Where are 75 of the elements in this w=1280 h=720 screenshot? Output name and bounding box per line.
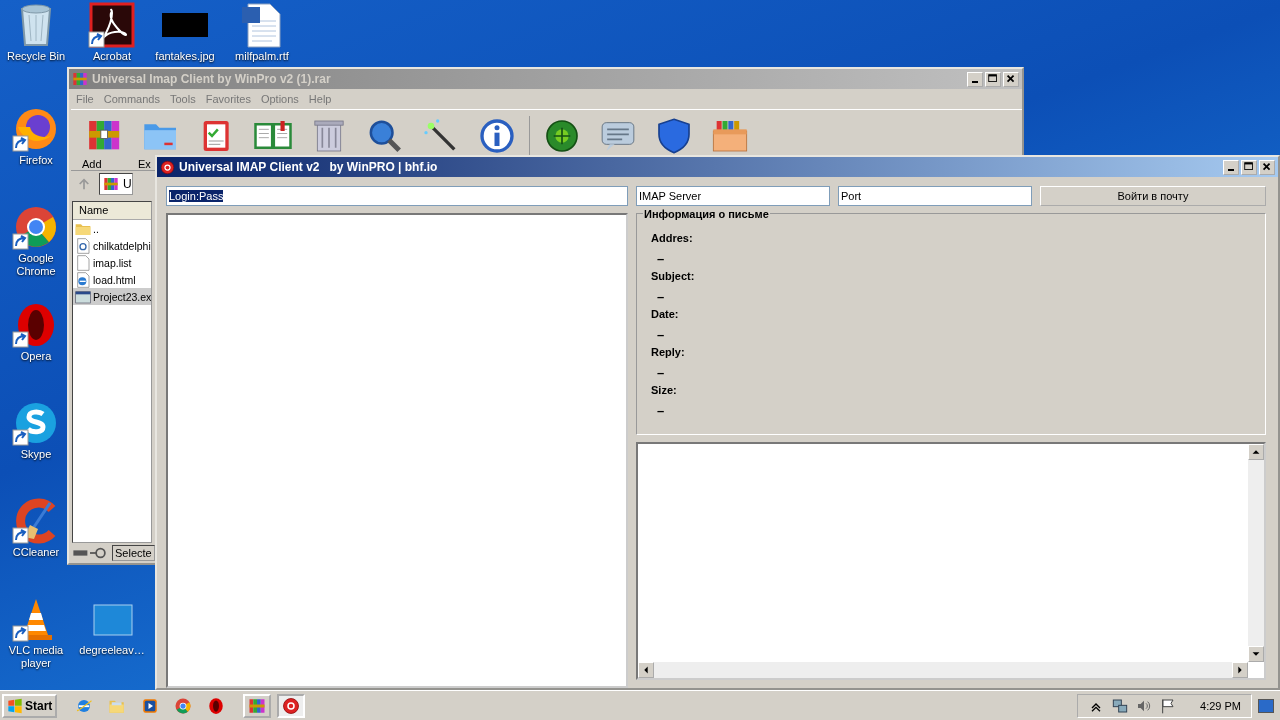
file-icon: [75, 254, 91, 271]
drive-key-icon: [72, 546, 108, 560]
archive-books-icon: [248, 696, 267, 715]
minimize-button[interactable]: [1223, 159, 1239, 175]
close-icon: [1261, 161, 1273, 173]
field-value: –: [656, 403, 665, 420]
icon-label[interactable]: VLC media player: [4, 644, 68, 670]
file-row[interactable]: load.html: [73, 271, 151, 288]
field-label: Subject:: [651, 270, 695, 284]
maximize-icon: [1243, 161, 1255, 173]
vertical-scrollbar[interactable]: [1248, 444, 1264, 662]
icon-label[interactable]: Firefox: [19, 154, 53, 167]
start-button[interactable]: Start: [2, 693, 58, 718]
target-icon: [160, 159, 175, 175]
icon-label[interactable]: milfpalm.rtf: [235, 50, 289, 63]
close-button[interactable]: [1003, 71, 1019, 87]
file-row[interactable]: chilkatdelphi: [73, 237, 151, 254]
close-icon: [1005, 73, 1017, 85]
status-text: Selecte: [112, 545, 155, 561]
field-label: Addres:: [651, 232, 693, 246]
web-page-icon: [75, 271, 91, 288]
group-title: Информация о письме: [643, 208, 770, 220]
icon-label[interactable]: Recycle Bin: [6, 50, 66, 63]
icon-label[interactable]: Acrobat: [93, 50, 131, 63]
file-row[interactable]: ..: [73, 220, 151, 237]
target-icon: [282, 696, 301, 715]
flag-icon[interactable]: [1160, 697, 1177, 714]
program-icon: [75, 288, 91, 305]
maximize-icon: [987, 73, 999, 85]
field-value: –: [656, 327, 665, 344]
icon-label[interactable]: degreeleav…: [79, 644, 145, 657]
windows-flag-icon: [7, 697, 23, 714]
media-player-icon[interactable]: [141, 696, 160, 715]
server-field[interactable]: IMAP Server: [636, 186, 830, 206]
taskbar-button[interactable]: [277, 693, 306, 718]
address-field[interactable]: U: [99, 173, 133, 195]
taskbar-button[interactable]: [243, 693, 272, 718]
field-label: Size:: [651, 384, 677, 398]
icon-label[interactable]: fantakes.jpg: [155, 50, 215, 63]
window-title: Universal IMAP Client v2 by WinPRO | bhf.io: [179, 160, 438, 174]
archive-books-icon: [72, 71, 88, 87]
close-button[interactable]: [1259, 159, 1275, 175]
minimize-icon: [972, 81, 978, 83]
login-button[interactable]: Войти в почту: [1040, 186, 1266, 206]
maximize-button[interactable]: [1241, 159, 1257, 175]
horizontal-scrollbar[interactable]: [638, 662, 1248, 678]
info-icon[interactable]: [477, 116, 517, 156]
icon-label[interactable]: Skype: [20, 448, 52, 461]
file-row[interactable]: Project23.ex: [73, 288, 151, 305]
acrobat-icon[interactable]: [88, 1, 136, 49]
login-field[interactable]: Login:Pass: [166, 186, 628, 206]
icon-label[interactable]: Google Chrome: [4, 252, 68, 278]
clock[interactable]: 4:29 PM: [1200, 699, 1241, 712]
chrome-icon[interactable]: [174, 696, 193, 715]
toolbar-label[interactable]: Ex: [138, 158, 151, 170]
minimize-button[interactable]: [967, 71, 983, 87]
archive-books-icon: [103, 176, 119, 192]
opera-icon[interactable]: [207, 696, 226, 715]
port-field[interactable]: Port: [838, 186, 1032, 206]
toolbar-label[interactable]: Add: [82, 158, 102, 170]
minimize-icon: [1228, 169, 1234, 171]
field-value: –: [656, 289, 665, 306]
maximize-button[interactable]: [985, 71, 1001, 87]
icon-label[interactable]: Opera: [20, 350, 52, 363]
file-row[interactable]: imap.list: [73, 254, 151, 271]
icon-label[interactable]: CCleaner: [12, 546, 60, 559]
field-value: –: [656, 365, 665, 382]
show-desktop-button[interactable]: [1258, 698, 1274, 713]
field-value: –: [656, 251, 665, 268]
field-label: Reply:: [651, 346, 685, 360]
window-title: Universal Imap Client by WinPro v2 (1).rar: [92, 72, 331, 86]
column-header[interactable]: Name: [73, 202, 151, 220]
field-label: Date:: [651, 308, 679, 322]
network-icon[interactable]: [1112, 697, 1129, 714]
settings-file-icon: [75, 237, 91, 254]
